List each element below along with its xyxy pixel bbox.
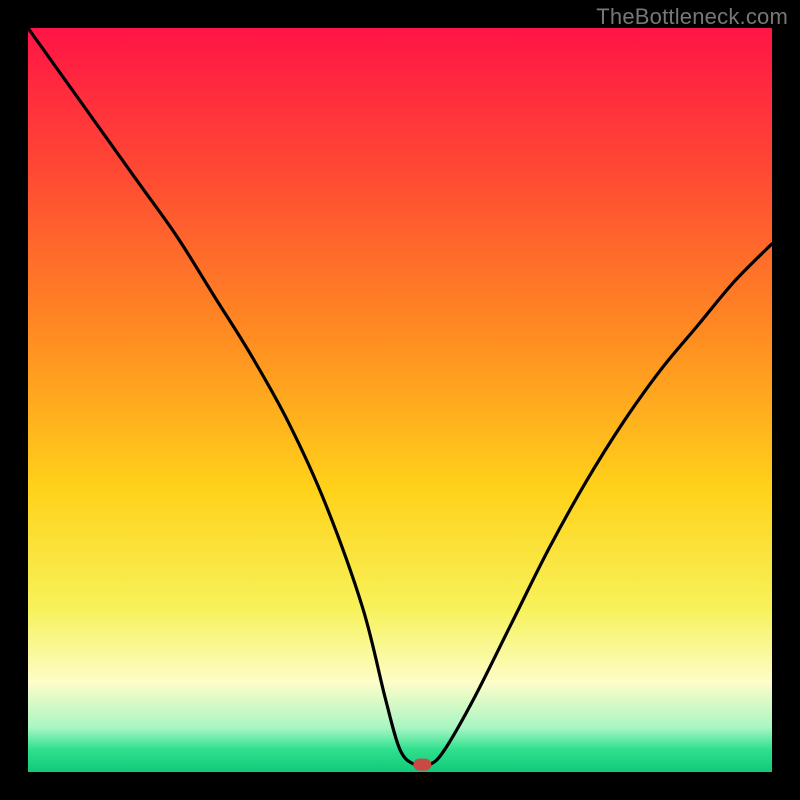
gradient-background: [28, 28, 772, 772]
watermark-text: TheBottleneck.com: [596, 4, 788, 30]
marker-dot: [413, 759, 431, 771]
bottleneck-chart: [28, 28, 772, 772]
chart-frame: [28, 28, 772, 772]
